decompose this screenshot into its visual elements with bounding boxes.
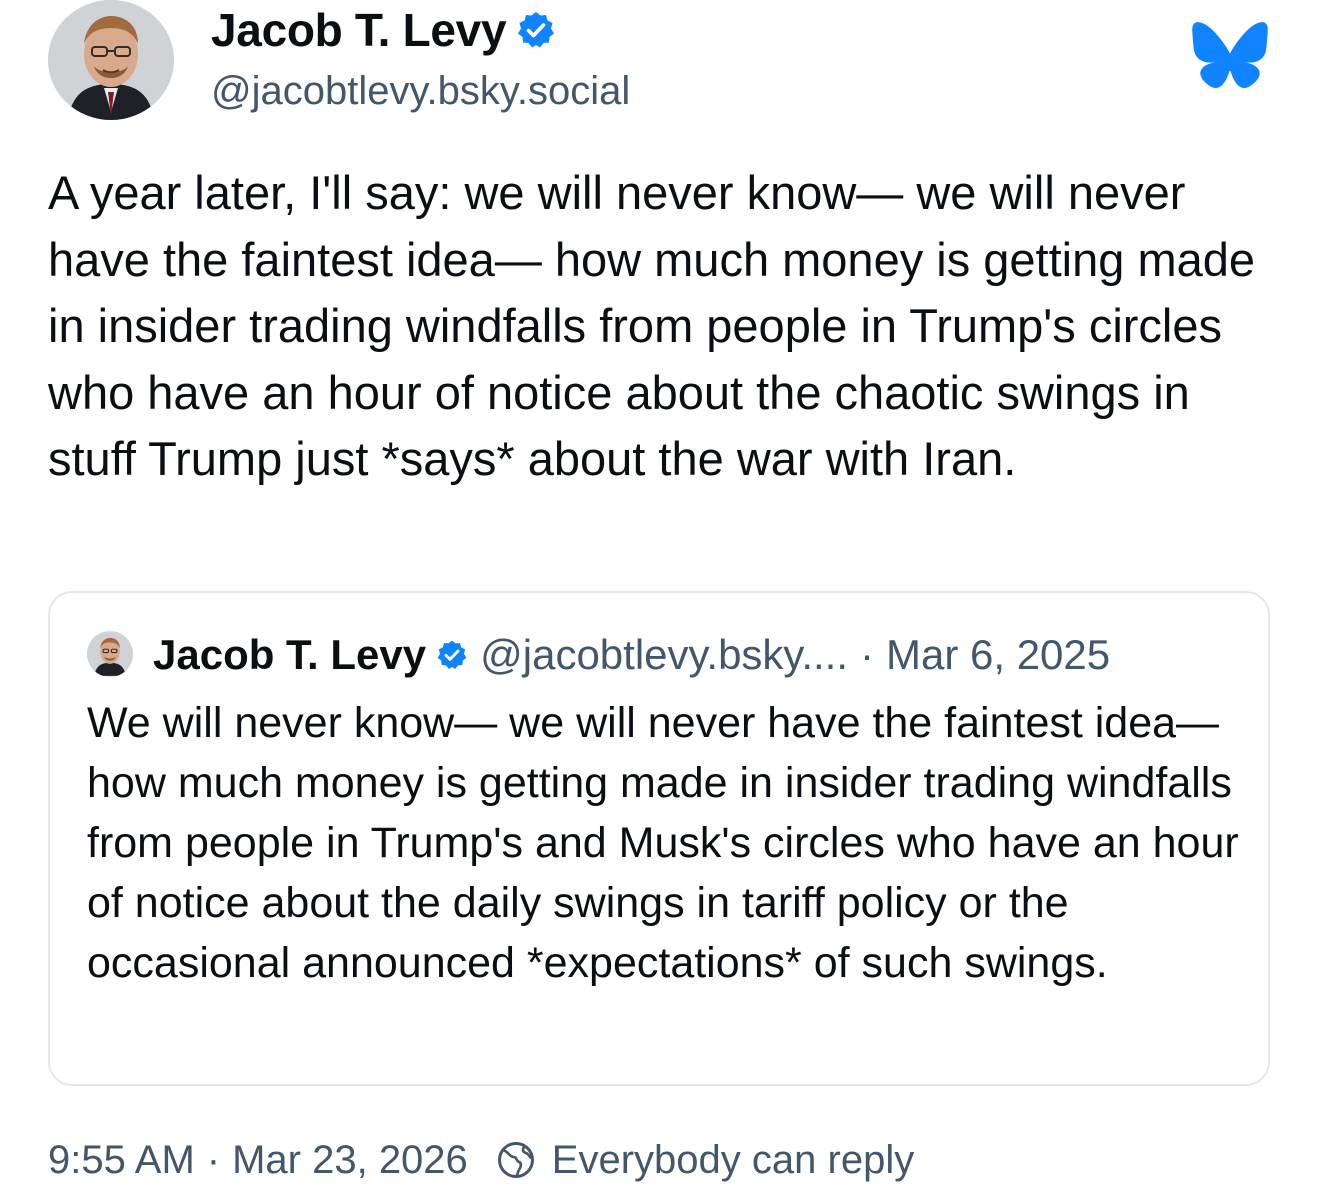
post-time: 9:55 AM — [48, 1138, 195, 1182]
separator-dot: · — [860, 631, 874, 678]
avatar-photo — [48, 0, 174, 120]
author-handle[interactable]: @jacobtlevy.bsky.social — [211, 66, 630, 116]
quoted-post-date[interactable]: Mar 6, 2025 — [886, 627, 1110, 683]
bluesky-butterfly-icon[interactable] — [1192, 22, 1268, 90]
author-name-text[interactable]: Jacob T. Levy — [211, 2, 507, 58]
reply-setting[interactable]: Everybody can reply — [552, 1134, 914, 1186]
quoted-author-name[interactable]: Jacob T. Levy — [153, 627, 426, 683]
quoted-post-text: We will never know— we will never have t… — [87, 699, 1239, 987]
avatar-photo — [87, 632, 133, 676]
post-card: Jacob T. Levy @jacobtlevy.bsky.social A … — [0, 0, 1320, 1195]
verified-check-icon — [437, 640, 467, 669]
globe-reply-icon — [497, 1142, 534, 1178]
quoted-post-header: Jacob T. Levy @jacobtlevy.bsky.... · Mar… — [153, 627, 1110, 683]
author-avatar[interactable] — [48, 0, 174, 120]
verified-check-icon — [518, 12, 555, 48]
quoted-author-handle[interactable]: @jacobtlevy.bsky.... — [480, 627, 848, 683]
quoted-author-avatar[interactable] — [87, 631, 133, 677]
post-footer: 9:55 AM · Mar 23, 2026 Everybody can rep… — [48, 1134, 914, 1186]
post-text: A year later, I'll say: we will never kn… — [48, 166, 1269, 485]
separator-dot: · — [206, 1138, 221, 1182]
quoted-post[interactable]: Jacob T. Levy @jacobtlevy.bsky.... · Mar… — [48, 591, 1270, 1086]
post-date: Mar 23, 2026 — [232, 1138, 468, 1182]
author-name[interactable]: Jacob T. Levy — [211, 2, 556, 58]
